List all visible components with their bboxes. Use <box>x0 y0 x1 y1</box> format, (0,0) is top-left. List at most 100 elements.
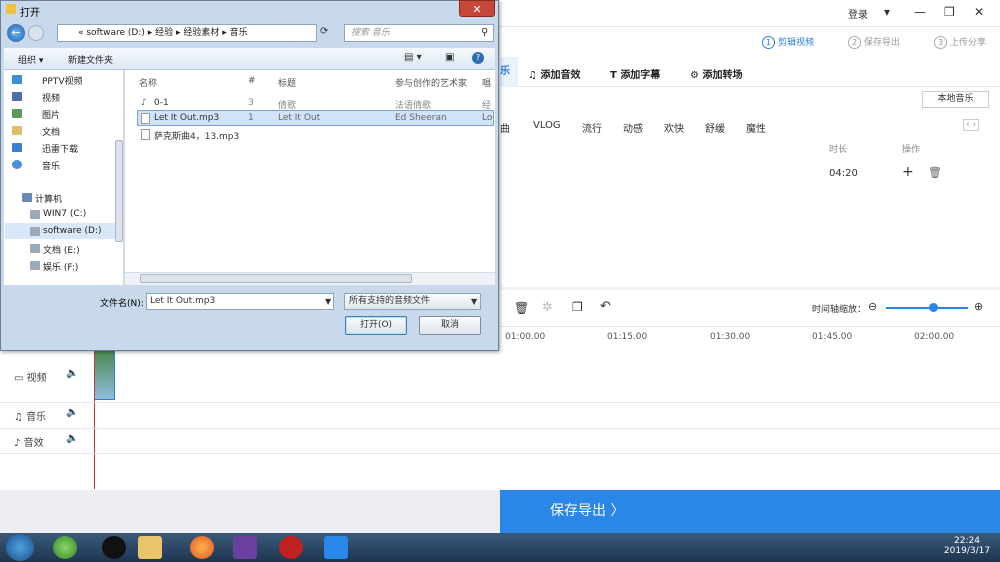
file-name[interactable]: Let It Out.mp3 <box>154 113 219 123</box>
category-tab[interactable]: 动感 <box>623 120 643 135</box>
maximize-icon[interactable]: ❐ <box>944 5 955 19</box>
dropdown-icon[interactable]: ▾ <box>884 5 890 19</box>
firefox-icon[interactable] <box>190 536 214 559</box>
scrollbar-thumb[interactable] <box>140 274 412 283</box>
record-icon[interactable] <box>279 536 303 559</box>
ruler-tick: 02:00.00 <box>914 332 955 342</box>
close-icon[interactable]: ✕ <box>974 5 984 19</box>
undo-icon[interactable]: ↶ <box>600 299 611 314</box>
zoom-slider[interactable] <box>886 307 968 309</box>
chevron-down-icon[interactable]: ▼ <box>471 297 477 306</box>
video-editor-icon[interactable] <box>324 536 348 559</box>
zoom-in-icon[interactable]: ⊕ <box>974 300 983 313</box>
save-export-button[interactable]: 保存导出 〉 <box>500 490 1000 533</box>
nav-item-pictures[interactable]: 图片 <box>42 108 60 121</box>
drive-e-icon <box>30 244 40 253</box>
nav-item-documents[interactable]: 文档 <box>42 125 60 138</box>
step-save-export[interactable]: 2 保存导出 <box>848 35 900 49</box>
step-edit-video[interactable]: 1 剪辑视频 <box>762 35 814 49</box>
nav-item-drive-f[interactable]: 娱乐 (F:) <box>43 260 78 273</box>
category-tab[interactable]: 曲 <box>500 120 510 135</box>
category-tab[interactable]: 流行 <box>582 120 602 135</box>
documents-icon <box>12 126 22 135</box>
organize-menu[interactable]: 组织 ▾ <box>18 53 43 66</box>
category-tab[interactable]: 舒缓 <box>705 120 725 135</box>
login-link[interactable]: 登录 <box>848 6 868 21</box>
filename-input[interactable]: Let It Out.mp3 <box>146 293 334 310</box>
category-tab[interactable]: 欢快 <box>664 120 684 135</box>
effect-volume-icon[interactable]: 🔈 <box>66 433 78 444</box>
start-button[interactable] <box>6 534 34 561</box>
clock[interactable]: 22:24 2019/3/17 <box>942 536 992 556</box>
back-arrow-icon[interactable]: ← <box>7 24 25 42</box>
nav-item-videos[interactable]: 视频 <box>42 91 60 104</box>
local-music-button[interactable]: 本地音乐 <box>922 91 989 108</box>
filetype-select[interactable]: 所有支持的音频文件 <box>344 293 481 310</box>
minimize-icon[interactable]: — <box>914 5 926 19</box>
nav-item-computer[interactable]: 计算机 <box>35 192 62 205</box>
nav-item-drive-e[interactable]: 文档 (E:) <box>43 243 80 256</box>
video-volume-icon[interactable]: 🔈 <box>66 368 78 379</box>
file-number: 1 <box>248 113 254 123</box>
dialog-close-button[interactable]: ✕ <box>459 0 495 17</box>
category-prev-next-icon[interactable]: ‹ › <box>963 119 980 131</box>
forward-arrow-icon[interactable] <box>28 25 44 41</box>
cancel-button[interactable]: 取消 <box>419 316 481 335</box>
track-duration: 04:20 <box>829 168 858 179</box>
file-number: 3 <box>248 98 254 108</box>
column-album[interactable]: 唱 <box>482 76 491 89</box>
column-name[interactable]: 名称 <box>139 76 157 89</box>
zoom-out-icon[interactable]: ⊖ <box>868 300 877 313</box>
tab-add-transition[interactable]: ⚙ 添加转场 <box>690 66 742 81</box>
delete-icon[interactable]: 🗑 <box>928 166 942 179</box>
zoom-slider-handle[interactable] <box>929 303 938 312</box>
category-tab[interactable]: VLOG <box>533 120 561 131</box>
filename-label: 文件名(N): <box>100 299 144 309</box>
category-tab[interactable]: 魔性 <box>746 120 766 135</box>
column-artist[interactable]: 参与创作的艺术家 <box>395 76 467 89</box>
browser-icon[interactable] <box>53 536 77 559</box>
folder-icon[interactable] <box>138 536 162 559</box>
column-action: 操作 <box>902 145 921 155</box>
add-icon[interactable]: + <box>902 164 914 180</box>
video-clip[interactable] <box>94 349 115 400</box>
tab-add-sound-effect[interactable]: ♫ 添加音效 <box>528 66 580 81</box>
trash-icon[interactable]: 🗑 <box>514 301 529 315</box>
computer-icon <box>22 193 32 202</box>
preview-pane-icon[interactable]: ▣ <box>445 52 454 63</box>
open-button[interactable]: 打开(O) <box>345 316 407 335</box>
file-title: Let It Out <box>278 113 321 123</box>
column-number[interactable]: # <box>248 76 256 86</box>
media-icon[interactable] <box>233 536 257 559</box>
step-upload-share[interactable]: 3 上传分享 <box>934 35 986 49</box>
video-folder-icon <box>12 75 22 84</box>
refresh-icon[interactable]: ⟳ <box>320 26 328 37</box>
file-name[interactable]: 萨克斯曲4，13.mp3 <box>154 129 239 142</box>
nav-item-pptv[interactable]: PPTV视频 <box>42 74 83 87</box>
music-volume-icon[interactable]: 🔈 <box>66 407 78 418</box>
copy-icon[interactable]: ❐ <box>572 300 583 314</box>
effect-icon[interactable]: ✲ <box>542 300 553 315</box>
playhead[interactable] <box>94 349 95 489</box>
file-name[interactable]: 0-1 <box>154 98 169 108</box>
track-music: ♫ 音乐 <box>14 412 47 423</box>
drive-f-icon <box>30 261 40 270</box>
nav-item-drive-d[interactable]: software (D:) <box>43 226 102 236</box>
help-icon[interactable]: ? <box>472 52 484 64</box>
qq-icon[interactable] <box>102 536 126 559</box>
nav-item-drive-c[interactable]: WIN7 (C:) <box>43 209 86 219</box>
tab-add-music[interactable]: 乐 <box>500 57 518 87</box>
ruler-tick: 01:30.00 <box>710 332 751 342</box>
view-options-icon[interactable]: ▤ ▾ <box>404 52 422 63</box>
new-folder-button[interactable]: 新建文件夹 <box>68 53 113 66</box>
pictures-icon <box>12 109 22 118</box>
tab-add-subtitle[interactable]: T 添加字幕 <box>610 66 660 81</box>
nav-item-music[interactable]: 音乐 <box>42 159 60 172</box>
column-title[interactable]: 标题 <box>278 76 296 89</box>
address-bar[interactable]: « software (D:) ▸ 经验 ▸ 经验素材 ▸ 音乐 <box>57 24 317 42</box>
search-icon[interactable]: ⚲ <box>481 27 488 38</box>
nav-item-thunder[interactable]: 迅雷下载 <box>42 142 78 155</box>
search-input[interactable]: 搜索 音乐 <box>344 24 494 42</box>
chevron-down-icon[interactable]: ▼ <box>325 297 331 306</box>
nav-scrollbar[interactable] <box>115 140 123 242</box>
